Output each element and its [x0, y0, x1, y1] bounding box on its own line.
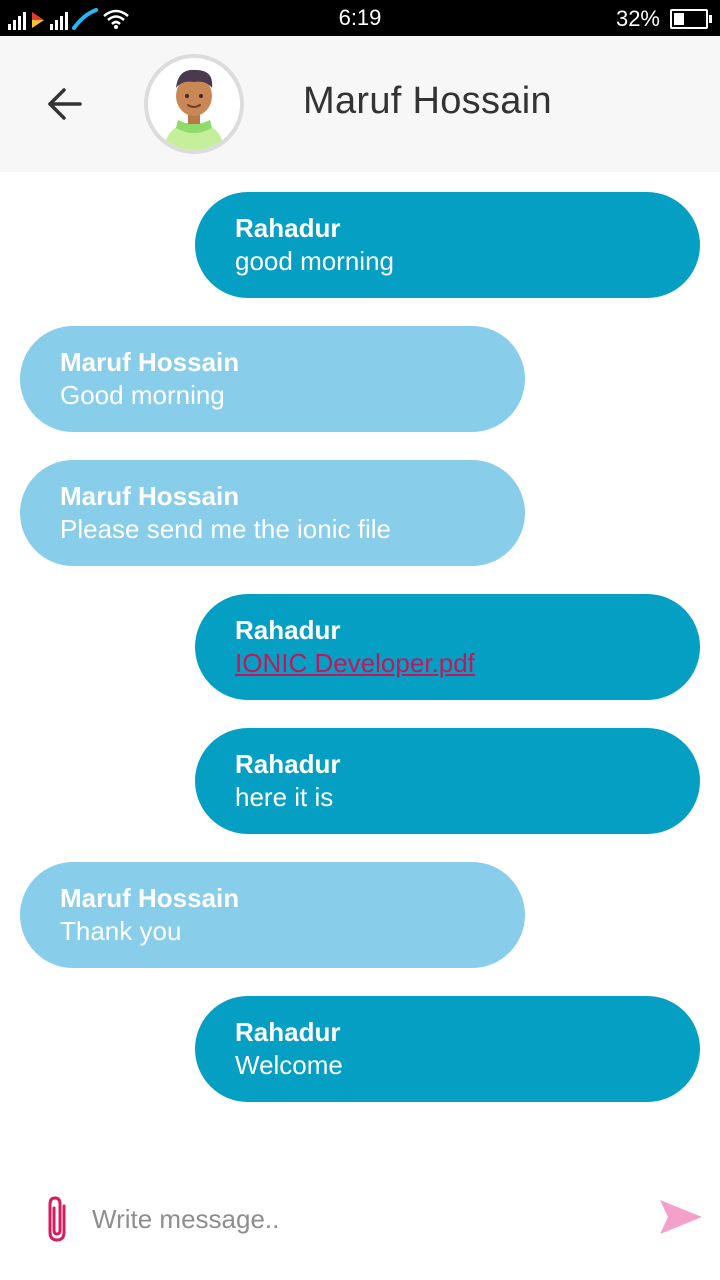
message-bubble-outgoing: Rahadur Welcome [195, 996, 700, 1102]
message-text: Good morning [60, 380, 225, 410]
message-text: Welcome [235, 1050, 343, 1080]
chat-header: Maruf Hossain [0, 36, 720, 172]
send-icon [660, 1200, 702, 1234]
message-bubble-outgoing: Rahadur IONIC Developer.pdf [195, 594, 700, 700]
message-bubble-incoming: Maruf Hossain Good morning [20, 326, 525, 432]
message-sender: Rahadur [235, 749, 341, 779]
status-bar: 6:19 32% [0, 0, 720, 36]
message-text: good morning [235, 246, 394, 276]
contact-avatar[interactable] [144, 54, 244, 154]
message-bubble-outgoing: Rahadur good morning [195, 192, 700, 298]
battery-icon [670, 9, 712, 29]
message-sender: Rahadur [235, 1017, 341, 1047]
battery-indicator: 32% [615, 6, 712, 32]
status-time: 6:19 [338, 5, 382, 30]
battery-percent: 32% [615, 6, 660, 31]
back-button[interactable] [40, 82, 88, 126]
chat-title: Maruf Hossain [303, 80, 552, 122]
user-avatar-icon [148, 58, 240, 150]
message-sender: Rahadur [235, 213, 341, 243]
message-bubble-outgoing: Rahadur here it is [195, 728, 700, 834]
arrow-left-icon [48, 88, 82, 120]
message-sender: Maruf Hossain [60, 883, 240, 913]
message-text: Thank you [60, 916, 182, 946]
message-text: here it is [235, 782, 334, 812]
file-attachment-link[interactable]: IONIC Developer.pdf [235, 648, 475, 678]
message-text-wrap: IONIC Developer.pdf [235, 646, 660, 680]
attach-button[interactable] [40, 1194, 76, 1244]
message-composer [0, 1172, 720, 1280]
message-sender: Rahadur [235, 615, 341, 645]
message-list: Rahadur good morning Maruf Hossain Good … [0, 172, 720, 1172]
paperclip-icon [48, 1196, 66, 1242]
message-bubble-incoming: Maruf Hossain Thank you [20, 862, 525, 968]
send-button[interactable] [656, 1196, 706, 1238]
message-bubble-incoming: Maruf Hossain Please send me the ionic f… [20, 460, 525, 566]
message-sender: Maruf Hossain [60, 347, 240, 377]
message-sender: Maruf Hossain [60, 481, 240, 511]
message-input[interactable] [90, 1198, 634, 1240]
message-text: Please send me the ionic file [60, 514, 391, 544]
